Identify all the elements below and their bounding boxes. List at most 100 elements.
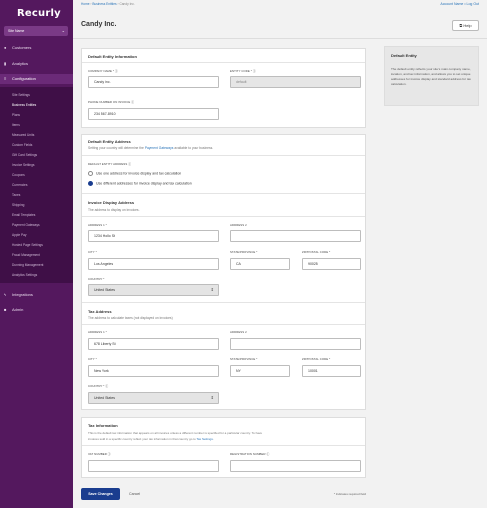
help-circle-icon[interactable]: ⓘ: [128, 162, 131, 166]
sidebar-item-label: Customers: [12, 45, 32, 50]
sidebar-subitem-plans[interactable]: Plans: [12, 113, 20, 117]
lock-icon: ■: [4, 307, 7, 312]
invoice-country-select[interactable]: United States ⇕: [88, 284, 219, 296]
sidebar-item-label: Analytics: [12, 61, 29, 66]
sidebar-subitem-currencies[interactable]: Currencies: [12, 183, 27, 187]
help-circle-icon[interactable]: ⓘ: [105, 384, 108, 388]
site-selector[interactable]: Site Name ⌄: [4, 26, 68, 36]
breadcrumb-home[interactable]: Home: [81, 2, 90, 6]
section-divider: [82, 155, 365, 156]
sidebar-subitem-business-entities[interactable]: Business Entities: [12, 103, 36, 107]
selected-country: United States: [94, 396, 116, 400]
tax-zip-input[interactable]: 10001: [302, 365, 361, 377]
invoice-state-input[interactable]: CA: [230, 258, 290, 270]
sidebar-subitem-custom-fields[interactable]: Custom Fields: [12, 143, 32, 147]
sidebar-subitem-gift-card-settings[interactable]: Gift Card Settings: [12, 153, 37, 157]
tax-city-input[interactable]: New York: [88, 365, 219, 377]
radio-dot: [88, 171, 93, 176]
sidebar-item-integrations[interactable]: ϟ Integrations: [0, 290, 73, 300]
sidebar-subitem-fraud-management[interactable]: Fraud Management: [12, 253, 40, 257]
sidebar-subitem-shipping[interactable]: Shipping: [12, 203, 24, 207]
tax-state-label: STATE/PROVINCE *: [230, 357, 258, 361]
recurly-logo: Recurly: [17, 8, 61, 19]
section-title: Default Entity Information: [88, 54, 137, 59]
section-subtitle: Setting your country will determine the …: [88, 146, 213, 150]
save-changes-button[interactable]: Save Changes: [81, 488, 120, 500]
account-name-link[interactable]: Account Name: [440, 2, 463, 6]
invoice-address2-label: ADDRESS 2: [230, 223, 247, 227]
subtitle-text: invoices sold in a specific country refl…: [88, 437, 196, 441]
company-name-label: COMPANY NAME * ⓘ: [88, 69, 118, 73]
phone-input[interactable]: 234 567-8910: [88, 108, 219, 120]
tax-information-card: Tax Information This is the default tax …: [81, 417, 366, 478]
sidebar-subitem-payment-gateways[interactable]: Payment Gateways: [12, 223, 40, 227]
tax-country-select[interactable]: United States ⇕: [88, 392, 219, 404]
cancel-link[interactable]: Cancel: [129, 492, 140, 496]
tax-city-label: CITY *: [88, 357, 97, 361]
radio-different-address[interactable]: Use different addresses for invoice disp…: [88, 181, 192, 186]
sidebar-item-customers[interactable]: ● Customers: [0, 43, 73, 53]
subtitle-text: available to your business.: [174, 146, 214, 150]
breadcrumb-business-entities[interactable]: Business Entities: [92, 2, 116, 6]
radio-dot-selected: [88, 181, 93, 186]
registration-number-input[interactable]: [230, 460, 361, 472]
sidebar-subitem-site-settings[interactable]: Site Settings: [12, 93, 30, 97]
tax-address2-input[interactable]: [230, 338, 361, 350]
help-circle-icon[interactable]: ⓘ: [108, 452, 111, 456]
sidebar-subitem-items[interactable]: Items: [12, 123, 20, 127]
breadcrumb-current: Candy Inc.: [119, 2, 135, 6]
invoice-zip-input[interactable]: 90025: [302, 258, 361, 270]
invoice-city-input[interactable]: Los Angeles: [88, 258, 219, 270]
page-title: Candy Inc.: [81, 21, 117, 28]
help-circle-icon[interactable]: ⓘ: [266, 452, 269, 456]
payment-gateways-link[interactable]: Payment Gateways: [145, 146, 174, 150]
section-divider: [82, 62, 365, 63]
help-circle-icon[interactable]: ⓘ: [131, 100, 134, 104]
help-circle-icon[interactable]: ⓘ: [253, 69, 256, 73]
chart-icon: ▮: [4, 61, 7, 66]
tax-address1-input[interactable]: 678 Liberty St: [88, 338, 219, 350]
invoice-state-label: STATE/PROVINCE *: [230, 250, 258, 254]
help-circle-icon[interactable]: ⓘ: [115, 69, 118, 73]
info-panel-text: The default entity reflects your site's …: [391, 67, 471, 86]
vat-number-input[interactable]: [88, 460, 219, 472]
sidebar-subitem-hosted-page-settings[interactable]: Hosted Page Settings: [12, 243, 43, 247]
sidebar-subitem-invoice-settings[interactable]: Invoice Settings: [12, 163, 35, 167]
entity-code-input: default: [230, 76, 361, 88]
entity-code-label-text: ENTITY CODE *: [230, 69, 252, 73]
entity-code-label: ENTITY CODE * ⓘ: [230, 69, 256, 73]
invoice-address-subtitle: The address to display on invoices.: [88, 208, 140, 212]
logout-link[interactable]: Log Out: [467, 2, 479, 6]
sidebar-subitem-apple-pay[interactable]: Apple Pay: [12, 233, 27, 237]
sidebar-subitem-coupons[interactable]: Coupons: [12, 173, 25, 177]
invoice-address2-input[interactable]: [230, 230, 361, 242]
sidebar-item-admin[interactable]: ■ Admin: [0, 305, 73, 315]
section-divider: [82, 193, 365, 194]
company-name-label-text: COMPANY NAME *: [88, 69, 115, 73]
sidebar-subitem-measured-units[interactable]: Measured Units: [12, 133, 34, 137]
sidebar-item-configuration[interactable]: ≡ Configuration: [0, 74, 73, 84]
invoice-city-label: CITY *: [88, 250, 97, 254]
sidebar-subitem-dunning-management[interactable]: Dunning Management: [12, 263, 43, 267]
tax-country-label: COUNTRY * ⓘ: [88, 384, 108, 388]
invoice-address1-input[interactable]: 1234 Hollo St: [88, 230, 219, 242]
sidebar-item-analytics[interactable]: ▮ Analytics: [0, 59, 73, 69]
tax-settings-link[interactable]: Tax Settings: [197, 437, 213, 441]
selected-country: United States: [94, 288, 116, 292]
configuration-submenu: Site Settings Business Entities Plans It…: [0, 87, 73, 283]
invoice-address-title: Invoice Display Address: [88, 200, 135, 205]
sidebar-subitem-taxes[interactable]: Taxes: [12, 193, 20, 197]
help-button[interactable]: ⧉ Help: [452, 20, 479, 31]
plug-icon: ϟ: [4, 292, 7, 297]
users-icon: ●: [4, 45, 7, 50]
radio-same-address[interactable]: Use one address for invoice display and …: [88, 171, 181, 176]
invoice-address1-label: ADDRESS 1 *: [88, 223, 107, 227]
sidebar-subitem-analytics-settings[interactable]: Analytics Settings: [12, 273, 37, 277]
tax-state-input[interactable]: NY: [230, 365, 290, 377]
header-divider: [73, 38, 487, 39]
sidebar-subitem-email-templates[interactable]: Email Templates: [12, 213, 35, 217]
tax-address-subtitle: The address to calculate taxes (not disp…: [88, 316, 173, 320]
subtitle-text: .: [212, 437, 214, 441]
company-name-input[interactable]: Candy inc.: [88, 76, 219, 88]
section-title: Default Entity Address: [88, 139, 131, 144]
